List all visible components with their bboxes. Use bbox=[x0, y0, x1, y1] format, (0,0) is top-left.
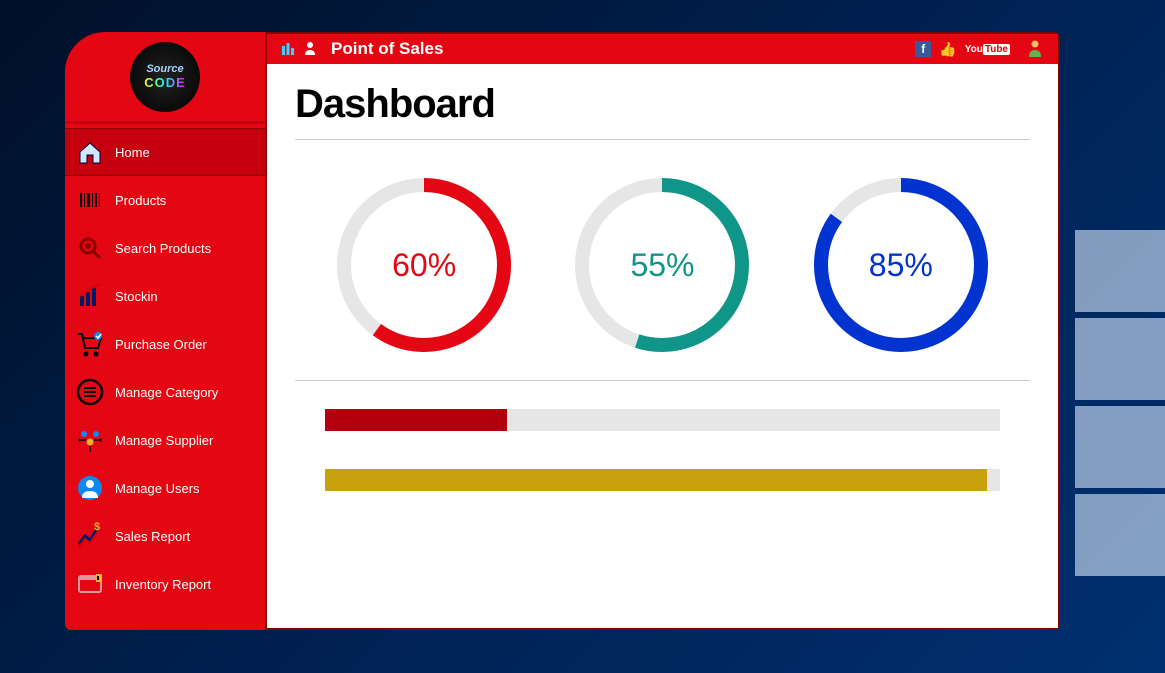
youtube-icon[interactable]: YouTube bbox=[965, 44, 1010, 55]
bars-icon bbox=[281, 41, 295, 58]
inventory-icon bbox=[73, 567, 107, 601]
divider bbox=[295, 139, 1030, 140]
cart-icon bbox=[73, 327, 107, 361]
list-icon: + bbox=[73, 375, 107, 409]
progress-bar-fill bbox=[325, 409, 507, 431]
sidebar-item-label: Search Products bbox=[115, 241, 211, 256]
topbar: Point of Sales f 👍 YouTube bbox=[267, 34, 1058, 64]
sidebar-item-sales-report[interactable]: $ Sales Report bbox=[65, 512, 265, 560]
sidebar-item-label: Products bbox=[115, 193, 166, 208]
sidebar-item-label: Stockin bbox=[115, 289, 158, 304]
main: Point of Sales f 👍 YouTube Dashboard 60%… bbox=[265, 32, 1060, 630]
app-window: Source CODE Home Products Search Products S… bbox=[65, 32, 1060, 630]
sidebar: Source CODE Home Products Search Products S… bbox=[65, 32, 265, 630]
sidebar-item-label: Inventory Report bbox=[115, 577, 211, 592]
barcode-icon bbox=[73, 183, 107, 217]
app-title: Point of Sales bbox=[331, 39, 443, 59]
home-icon bbox=[73, 135, 107, 169]
gauge-label: 55% bbox=[567, 170, 757, 360]
sidebar-item-purchase-order[interactable]: Purchase Order bbox=[65, 320, 265, 368]
logo-line1: Source bbox=[146, 63, 183, 75]
sidebar-item-manage-users[interactable]: Manage Users bbox=[65, 464, 265, 512]
page-title: Dashboard bbox=[295, 82, 1030, 127]
sidebar-item-manage-category[interactable]: + Manage Category bbox=[65, 368, 265, 416]
person-icon bbox=[303, 41, 317, 58]
progress-bar-fill bbox=[325, 469, 987, 491]
sidebar-item-label: Manage Users bbox=[115, 481, 200, 496]
gauge-1: 60% bbox=[329, 170, 519, 360]
content: Dashboard 60% 55% 85% bbox=[267, 64, 1058, 628]
logo-line2: CODE bbox=[144, 75, 186, 90]
sidebar-item-stockin[interactable]: Stockin bbox=[65, 272, 265, 320]
user-menu-icon[interactable] bbox=[1026, 39, 1044, 60]
gauge-2: 55% bbox=[567, 170, 757, 360]
app-logo: Source CODE bbox=[130, 42, 200, 112]
search-icon bbox=[73, 231, 107, 265]
gauge-3: 85% bbox=[806, 170, 996, 360]
sidebar-item-products[interactable]: Products bbox=[65, 176, 265, 224]
sales-icon: $ bbox=[73, 519, 107, 553]
sidebar-item-inventory-report[interactable]: Inventory Report bbox=[65, 560, 265, 608]
gauges-row: 60% 55% 85% bbox=[295, 170, 1030, 360]
gauge-label: 60% bbox=[329, 170, 519, 360]
sidebar-item-search-products[interactable]: Search Products bbox=[65, 224, 265, 272]
progress-bar-1 bbox=[325, 409, 1000, 431]
sidebar-item-label: Manage Supplier bbox=[115, 433, 213, 448]
sidebar-item-manage-supplier[interactable]: Manage Supplier bbox=[65, 416, 265, 464]
nav: Home Products Search Products Stockin Purcha… bbox=[65, 124, 265, 630]
sidebar-item-label: Purchase Order bbox=[115, 337, 207, 352]
desktop-decor bbox=[1075, 230, 1165, 582]
sidebar-item-label: Home bbox=[115, 145, 150, 160]
facebook-icon[interactable]: f bbox=[915, 41, 931, 57]
bars-section bbox=[295, 409, 1030, 491]
user-icon bbox=[73, 471, 107, 505]
people-icon bbox=[73, 423, 107, 457]
sidebar-item-label: Sales Report bbox=[115, 529, 190, 544]
like-icon[interactable]: 👍 bbox=[939, 41, 956, 58]
chart-icon bbox=[73, 279, 107, 313]
svg-text:$: $ bbox=[94, 522, 100, 533]
svg-text:+: + bbox=[97, 378, 103, 389]
sidebar-item-home[interactable]: Home bbox=[65, 128, 265, 176]
divider bbox=[295, 380, 1030, 381]
progress-bar-2 bbox=[325, 469, 1000, 491]
sidebar-item-label: Manage Category bbox=[115, 385, 218, 400]
logo-box: Source CODE bbox=[65, 32, 265, 124]
gauge-label: 85% bbox=[806, 170, 996, 360]
